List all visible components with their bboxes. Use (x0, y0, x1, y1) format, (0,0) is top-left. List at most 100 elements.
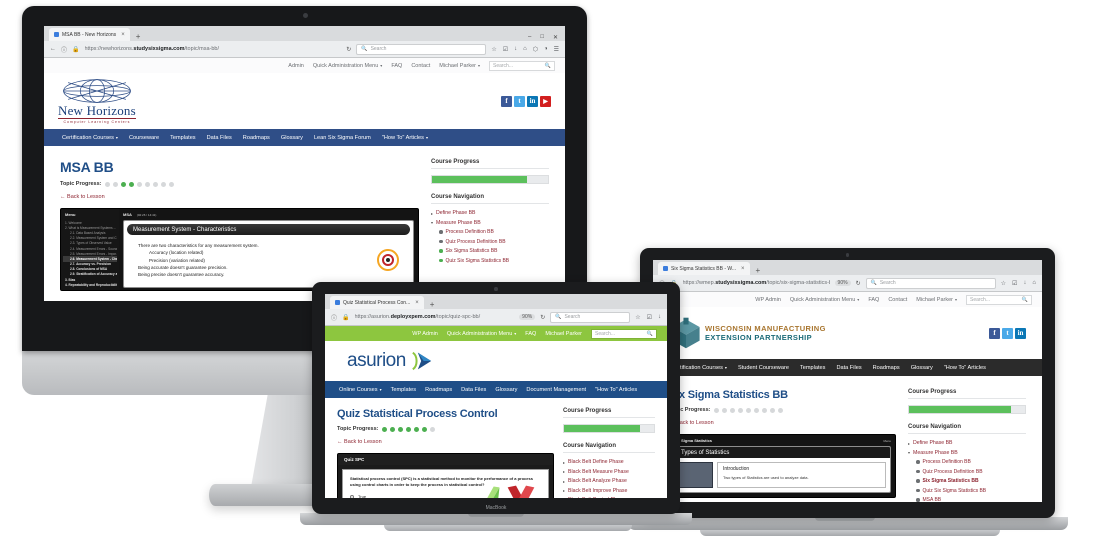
tab-close-icon[interactable]: × (741, 266, 745, 272)
nav-item-data-files[interactable]: Data Files (461, 387, 486, 393)
downloads-icon[interactable]: ↓ (658, 314, 661, 321)
nav-item[interactable]: Quiz Six Sigma Statistics BB (439, 258, 549, 264)
back-to-lesson-link[interactable]: ← Back to Lesson (337, 439, 554, 445)
save-page-icon[interactable]: ☑ (1012, 280, 1017, 287)
nav-group-improve-phase[interactable]: ▸ Black Belt Improve Phase (563, 488, 655, 494)
nav-item-roadmaps[interactable]: Roadmaps (873, 365, 900, 371)
youtube-icon[interactable]: ▶ (540, 95, 551, 107)
nav-item[interactable]: Quiz Process Definition BB (916, 469, 1026, 475)
browser-search-input[interactable]: 🔍 Search (356, 43, 487, 55)
browser-search-input[interactable]: 🔍 Search (550, 311, 631, 323)
nav-item-how-to-articles[interactable]: "How To" Articles (595, 387, 637, 393)
player-menu-item[interactable]: 2. What is Measurement Systems ... (63, 225, 117, 230)
tab-close-icon[interactable]: × (415, 300, 419, 306)
tab-close-icon[interactable]: × (121, 32, 125, 38)
player-menu-item[interactable]: 2.7. Accuracy vs. Precision (63, 262, 117, 267)
window-maximize-button[interactable]: □ (540, 34, 544, 41)
utilbar-item-user[interactable]: Michael Parker (545, 331, 582, 337)
nav-item[interactable]: Quiz Process Definition BB (439, 239, 549, 245)
nav-item-current[interactable]: Six Sigma Statistics BB (916, 478, 1026, 484)
nav-group-define-phase[interactable]: ▸ Define Phase BB (908, 440, 1026, 446)
nav-group-define-phase[interactable]: ▸ Black Belt Define Phase (563, 459, 655, 465)
browser-search-input[interactable]: 🔍 Search (865, 277, 996, 289)
linkedin-icon[interactable]: in (1015, 327, 1026, 339)
nav-group-define-phase[interactable]: ▸ Define Phase BB (431, 210, 549, 216)
utilbar-item-quick-admin-menu[interactable]: Quick Administration Menu ▾ (447, 331, 516, 337)
nav-item-glossary[interactable]: Glossary (911, 365, 933, 371)
back-to-lesson-link[interactable]: ← Back to Lesson (60, 194, 419, 200)
nav-group-measure-phase[interactable]: ▾ Measure Phase BB (431, 220, 549, 226)
nav-item-forum[interactable]: Lean Six Sigma Forum (314, 135, 371, 141)
url-text[interactable]: https://wmep.studysixsigma.com/topic/six… (683, 280, 830, 286)
reload-icon[interactable]: ↻ (856, 280, 861, 287)
utilbar-item-quick-admin-menu[interactable]: Quick Administration Menu ▾ (790, 297, 859, 303)
radio-icon[interactable] (350, 494, 354, 498)
nav-item-glossary[interactable]: Glossary (495, 387, 517, 393)
new-tab-button[interactable]: + (136, 33, 141, 41)
nav-item[interactable]: Process Definition BB (916, 459, 1026, 465)
url-text[interactable]: https://asurion.deployxpem.com/topic/qui… (355, 314, 515, 320)
nav-item[interactable]: Quiz Six Sigma Statistics BB (916, 488, 1026, 494)
window-close-button[interactable]: ✕ (553, 34, 558, 41)
utilbar-item-faq[interactable]: FAQ (525, 331, 536, 337)
player-menu-item[interactable]: 4. Repeatability and Reproducibility (63, 282, 117, 287)
nav-item-certification-courses[interactable]: Certification Courses ▾ (62, 135, 118, 141)
nav-item-how-to-articles[interactable]: "How To" Articles (944, 365, 986, 371)
zoom-level-badge[interactable]: 90% (519, 314, 536, 320)
downloads-icon[interactable]: ↓ (514, 46, 517, 53)
nav-item[interactable]: Six Sigma Statistics BB (439, 248, 549, 254)
window-minimize-button[interactable]: – (528, 34, 531, 41)
player-menu-item[interactable]: 2.2. Measurement System and C... (63, 236, 117, 241)
linkedin-icon[interactable]: in (527, 95, 538, 107)
nav-item-templates[interactable]: Templates (391, 387, 417, 393)
home-icon[interactable]: ⌂ (1032, 280, 1036, 287)
nav-item-data-files[interactable]: Data Files (207, 135, 232, 141)
nav-item-data-files[interactable]: Data Files (836, 365, 861, 371)
url-text[interactable]: https://newhorizons.studysixsigma.com/to… (85, 46, 342, 52)
shield-icon[interactable]: ⬡ (533, 46, 538, 53)
nav-group-analyze-phase[interactable]: ▸ Black Belt Analyze Phase (563, 478, 655, 484)
bookmark-star-icon[interactable]: ☆ (491, 46, 496, 53)
nav-item-how-to-articles[interactable]: "How To" Articles ▾ (382, 135, 428, 141)
reload-icon[interactable]: ↻ (540, 314, 545, 321)
facebook-icon[interactable]: f (989, 327, 1000, 339)
utilbar-item-quick-admin-menu[interactable]: Quick Administration Menu ▾ (313, 63, 382, 69)
downloads-icon[interactable]: ↓ (1023, 280, 1026, 287)
browser-tab[interactable]: Quiz Statistical Process Con... × (330, 296, 424, 309)
player-menu-button[interactable]: Menu (883, 439, 891, 443)
zoom-level-badge[interactable]: 90% (834, 280, 851, 286)
nav-item-roadmaps[interactable]: Roadmaps (425, 387, 452, 393)
reload-icon[interactable]: ↻ (346, 46, 351, 53)
player-menu-item[interactable]: 2.5. Measurement Errors - Impor... (63, 251, 117, 256)
browser-tab[interactable]: Six Sigma Statistics BB - W... × (658, 262, 750, 275)
utilbar-item-faq[interactable]: FAQ (391, 63, 402, 69)
utilbar-item-contact[interactable]: Contact (411, 63, 430, 69)
sync-icon[interactable]: ◑ (544, 46, 548, 53)
site-search-input[interactable]: Search... 🔍 (591, 328, 657, 339)
utilbar-item-user[interactable]: Michael Parker ▾ (916, 297, 957, 303)
nav-item-student-courseware[interactable]: Student Courseware (738, 365, 789, 371)
twitter-icon[interactable]: t (514, 95, 525, 107)
nav-item[interactable]: MSA BB (916, 497, 1026, 502)
nav-item[interactable]: Process Definition BB (439, 229, 549, 235)
facebook-icon[interactable]: f (501, 95, 512, 107)
utilbar-item-admin[interactable]: Admin (288, 63, 304, 69)
back-button[interactable]: ← (50, 46, 56, 52)
site-info-icon[interactable]: ⓘ (331, 313, 337, 322)
nav-item-templates[interactable]: Templates (800, 365, 826, 371)
menu-icon[interactable]: ☰ (554, 46, 559, 53)
save-page-icon[interactable]: ☑ (647, 314, 652, 321)
utilbar-item-user[interactable]: Michael Parker ▾ (439, 63, 480, 69)
utilbar-item-wp-admin[interactable]: WP Admin (412, 331, 438, 337)
site-search-input[interactable]: Search... 🔍 (489, 60, 555, 71)
nav-item-online-courses[interactable]: Online Courses ▾ (339, 387, 382, 393)
nav-group-control-phase[interactable]: ▾Black Belt Control Phase (563, 497, 655, 498)
player-menu-item-selected[interactable]: 2.6. Measurement System - Char... (63, 256, 117, 262)
back-to-lesson-link[interactable]: ← Back to Lesson (669, 420, 896, 426)
player-menu-item[interactable]: 2.3. Types of Observed Value (63, 241, 117, 246)
twitter-icon[interactable]: t (1002, 327, 1013, 339)
nav-item-glossary[interactable]: Glossary (281, 135, 303, 141)
utilbar-item-faq[interactable]: FAQ (868, 297, 879, 303)
browser-tab[interactable]: MSA BB - New Horizons × (49, 28, 130, 41)
utilbar-item-contact[interactable]: Contact (888, 297, 907, 303)
